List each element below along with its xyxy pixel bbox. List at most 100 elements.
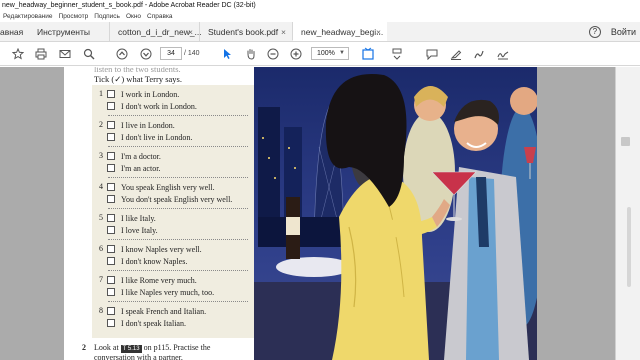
mail-icon[interactable] [58, 46, 72, 62]
pdf-page: listen to the two students. Tick (✓) wha… [64, 67, 537, 360]
tab-home[interactable]: авная [0, 22, 33, 41]
tick-checkbox[interactable] [107, 257, 115, 265]
item-option: I love Italy. [107, 224, 158, 236]
tab-document-3[interactable]: new_headway_begi... × [292, 22, 387, 41]
tick-checkbox[interactable] [107, 214, 115, 222]
draw-icon[interactable] [472, 46, 486, 62]
item-number: 1 [99, 89, 103, 98]
tick-checkbox[interactable] [107, 307, 115, 315]
page-number-input[interactable]: 34 [160, 47, 182, 60]
option-text: I like Rome very much. [121, 275, 197, 285]
search-icon[interactable] [82, 46, 96, 62]
menu-help[interactable]: Справка [147, 11, 173, 22]
exercise-item: 3 I'm a doctor. I'm an actor. [92, 150, 254, 181]
hand-icon[interactable] [244, 46, 258, 62]
exercise-2-line-2: conversation with a partner. [94, 353, 183, 360]
exercise-item: 7 I like Rome very much. I like Naples ver… [92, 274, 254, 305]
zoom-out-icon[interactable] [266, 46, 280, 62]
exercise-2-number: 2 [82, 343, 86, 352]
tick-checkbox[interactable] [107, 288, 115, 296]
tab-bar-right: ? Войти [588, 22, 640, 41]
close-icon[interactable]: × [281, 22, 286, 42]
sign-icon[interactable] [496, 46, 510, 62]
tab-document-2-label: Student's book.pdf [208, 27, 279, 37]
document-viewer[interactable]: listen to the two students. Tick (✓) wha… [0, 67, 615, 360]
toolbar: 34 / 140 100% ▼ [0, 42, 640, 66]
option-text: You speak English very well. [121, 182, 215, 192]
tick-checkbox[interactable] [107, 276, 115, 284]
item-number: 6 [99, 244, 103, 253]
star-icon[interactable] [11, 46, 25, 62]
item-number: 5 [99, 213, 103, 222]
tick-checkbox[interactable] [107, 102, 115, 110]
option-text: I love Italy. [121, 225, 158, 235]
option-text: I like Italy. [121, 213, 156, 223]
panel-toggle-icon[interactable] [621, 137, 630, 146]
item-option: I like Italy. [107, 212, 156, 224]
tick-checkbox[interactable] [107, 183, 115, 191]
close-icon[interactable]: × [188, 22, 193, 42]
menu-window[interactable]: Окно [126, 11, 141, 22]
exercise-item: 2 I live in London. I don't live in London… [92, 119, 254, 150]
tab-tools[interactable]: Инструменты [33, 22, 109, 41]
vertical-scrollbar[interactable] [627, 207, 631, 287]
item-divider [108, 301, 248, 302]
menu-edit[interactable]: Редактирование [3, 11, 53, 22]
party-scene-image [254, 67, 537, 360]
option-text: I work in London. [121, 89, 180, 99]
item-divider [108, 208, 248, 209]
tick-checkbox[interactable] [107, 164, 115, 172]
select-cursor-icon[interactable] [220, 46, 234, 62]
tab-document-2[interactable]: Student's book.pdf × [199, 22, 292, 41]
tick-checkbox[interactable] [107, 152, 115, 160]
tick-checkbox[interactable] [107, 90, 115, 98]
option-text: I don't speak Italian. [121, 318, 186, 328]
tick-checkbox[interactable] [107, 121, 115, 129]
print-icon[interactable] [34, 46, 48, 62]
exercise-2-text-before: Look at [94, 343, 119, 352]
item-option: I like Naples very much, too. [107, 286, 214, 298]
item-divider [108, 239, 248, 240]
highlight-icon[interactable] [449, 46, 463, 62]
item-option: I speak French and Italian. [107, 305, 206, 317]
menu-bar: Редактирование Просмотр Подпись Окно Спр… [0, 11, 640, 22]
exercise-header: listen to the two students. Tick (✓) wha… [94, 67, 182, 84]
help-icon[interactable]: ? [588, 25, 601, 38]
option-text: I like Naples very much, too. [121, 287, 215, 297]
scroll-mode-icon[interactable] [390, 46, 404, 62]
login-button[interactable]: Войти [611, 27, 636, 37]
menu-view[interactable]: Просмотр [59, 11, 89, 22]
item-number: 8 [99, 306, 103, 315]
item-number: 7 [99, 275, 103, 284]
fit-page-icon[interactable] [360, 46, 376, 62]
tab-document-3-label: new_headway_begi... [301, 27, 384, 37]
tick-checkbox[interactable] [107, 245, 115, 253]
tick-checkbox[interactable] [107, 319, 115, 327]
exercise-2: 2 Look at T 5.13 on p115. Practise the c… [82, 343, 262, 360]
exercise-item: 5 I like Italy. I love Italy. [92, 212, 254, 243]
page-down-icon[interactable] [139, 46, 153, 62]
comment-icon[interactable] [425, 46, 439, 62]
right-side-panel [615, 67, 640, 360]
menu-sign[interactable]: Подпись [94, 11, 120, 22]
zoom-in-icon[interactable] [289, 46, 303, 62]
tick-checkbox[interactable] [107, 226, 115, 234]
item-option: I like Rome very much. [107, 274, 197, 286]
tick-checkbox[interactable] [107, 133, 115, 141]
exercise-intro-faded: listen to the two students. [94, 67, 181, 74]
close-icon[interactable]: × [376, 22, 381, 42]
option-text: I don't know Naples. [121, 256, 188, 266]
tab-bar: авная Инструменты cotton_d_i_dr_new_... … [0, 22, 640, 42]
tick-checkbox[interactable] [107, 195, 115, 203]
option-text: I don't work in London. [121, 101, 197, 111]
audio-track-badge: T 5.13 [120, 345, 142, 353]
option-text: I speak French and Italian. [121, 306, 207, 316]
zoom-select[interactable]: 100% ▼ [311, 47, 349, 60]
exercise-instruction: Tick (✓) what Terry says. [94, 74, 182, 84]
item-option: You don't speak English very well. [107, 193, 232, 205]
page-up-icon[interactable] [115, 46, 129, 62]
item-option: I'm an actor. [107, 162, 160, 174]
tab-document-1[interactable]: cotton_d_i_dr_new_... × [109, 22, 202, 42]
item-option: I don't work in London. [107, 100, 197, 112]
item-divider [108, 177, 248, 178]
